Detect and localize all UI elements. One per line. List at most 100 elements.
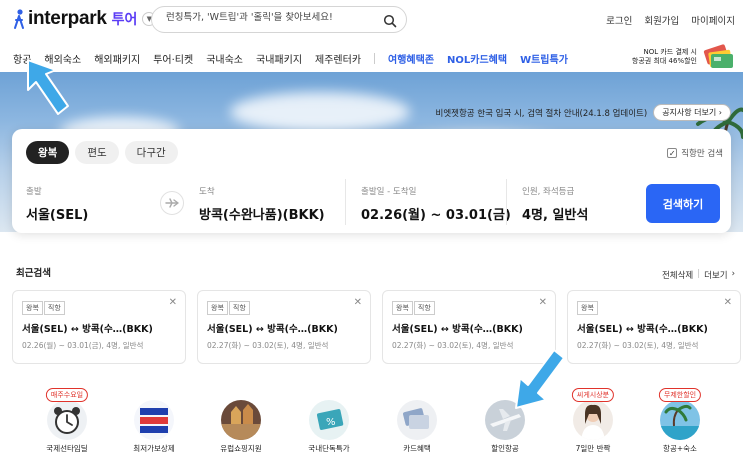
search-button[interactable]: 검색하기 — [646, 184, 720, 223]
trip-type-tag: 왕복 — [207, 301, 228, 315]
direct-only-toggle[interactable]: ✓ 직항만 검색 — [667, 147, 723, 159]
nav-item-nol-card[interactable]: NOL카드혜택 — [447, 51, 507, 66]
card-tags: 왕복 직항 — [207, 301, 251, 315]
category-label: 유럽쇼핑지원 — [220, 444, 262, 453]
passenger-field[interactable]: 인원, 좌석등급 4명, 일반석 — [522, 185, 588, 223]
credit-card-icon — [701, 44, 735, 70]
trip-type-tabs: 왕복 편도 다구간 — [26, 141, 178, 164]
nol-card-banner[interactable]: NOL 카드 결제 시 항공권 최대 46%할인 — [632, 44, 735, 70]
logo-text: interpark — [28, 8, 107, 29]
banner-line-2: 항공권 최대 46%할인 — [631, 57, 697, 65]
direct-tag: 직항 — [43, 301, 65, 315]
cloud-decoration — [230, 92, 410, 132]
signup-link[interactable]: 회원가입 — [644, 13, 679, 27]
recent-actions: 전체삭제 | 더보기 › — [662, 269, 735, 281]
alarm-clock-icon — [47, 400, 87, 440]
date-value: 02.26(월) ~ 03.01(금) — [361, 208, 511, 223]
recent-search-card[interactable]: ✕ 왕복 직항 서울(SEL) ↔ 방콕(수…(BKK) 02.26(월) ~ … — [12, 290, 186, 364]
close-icon[interactable]: ✕ — [724, 297, 732, 308]
field-divider — [345, 179, 346, 225]
interpark-tour-logo[interactable]: interpark 투어 ▼ — [12, 6, 157, 32]
tab-multi-city[interactable]: 다구간 — [124, 141, 178, 164]
category-label: 카드혜택 — [403, 444, 431, 453]
nav-item-w-trip[interactable]: W트립특가 — [520, 51, 568, 66]
search-icon[interactable] — [383, 13, 397, 28]
notice-more-button[interactable]: 공지사항 더보기 › — [653, 104, 731, 121]
nav-divider — [374, 52, 376, 64]
card-tags: 왕복 직항 — [22, 301, 66, 315]
card-benefit-icon — [397, 400, 437, 440]
annotation-arrow-icon — [515, 349, 565, 409]
header: interpark 투어 ▼ 로그인 회원가입 마이페이지 — [0, 0, 743, 40]
more-button[interactable]: 더보기 — [704, 269, 727, 281]
nav-item-overseas-packages[interactable]: 해외패키지 — [94, 51, 140, 66]
chevron-right-icon[interactable]: › — [732, 269, 735, 281]
passenger-value: 4명, 일반석 — [522, 208, 589, 223]
airplane-swap-icon[interactable] — [160, 191, 184, 215]
card-detail: 02.26(월) ~ 03.01(금), 4명, 일반석 — [22, 341, 144, 350]
svg-text:%: % — [326, 417, 336, 428]
recent-searches-title: 최근검색 — [16, 268, 51, 279]
domestic-deal-icon: % — [309, 400, 349, 440]
recent-search-card[interactable]: ✕ 왕복 직항 서울(SEL) ↔ 방콕(수…(BKK) 02.27(화) ~ … — [197, 290, 371, 364]
category-card-benefit[interactable]: 카드혜택 — [374, 388, 460, 456]
notice-text[interactable]: 비엣젯항공 한국 입국 시, 검역 절차 안내(24.1.8 업데이트) — [436, 107, 648, 119]
card-route: 서울(SEL) ↔ 방콕(수…(BKK) — [392, 324, 523, 335]
login-link[interactable]: 로그인 — [606, 13, 632, 27]
category-label: 7일만 반짝 — [575, 444, 611, 453]
nol-card-banner-text: NOL 카드 결제 시 항공권 최대 46%할인 — [632, 48, 697, 66]
logo-tour-label: 투어 — [111, 12, 138, 28]
departure-field[interactable]: 출발 서울(SEL) — [26, 185, 88, 223]
category-label: 국제선타임딜 — [46, 444, 88, 453]
category-label: 할인항공 — [491, 444, 519, 453]
trip-type-tag: 왕복 — [577, 301, 598, 315]
category-europe-shopping[interactable]: 유럽쇼핑지원 — [198, 388, 284, 456]
category-domestic-deal[interactable]: % 국내단독특가 — [286, 388, 372, 456]
tab-one-way[interactable]: 편도 — [75, 141, 119, 164]
direct-tag: 직항 — [413, 301, 435, 315]
lowest-price-icon — [134, 400, 174, 440]
close-icon[interactable]: ✕ — [169, 297, 177, 308]
category-badge: 씨게시상분 — [571, 388, 615, 402]
nav-item-domestic-hotels[interactable]: 국내숙소 — [206, 51, 243, 66]
category-international-timedeal[interactable]: 매주수요일 국제선타임딜 — [24, 388, 110, 456]
category-label: 항공+숙소 — [663, 444, 697, 453]
action-separator: | — [697, 269, 701, 279]
main-nav: 항공 해외숙소 해외패키지 투어·티켓 국내숙소 국내패키지 제주렌터카 여행혜… — [0, 44, 743, 72]
close-icon[interactable]: ✕ — [539, 297, 547, 308]
annotation-arrow-icon — [27, 59, 69, 115]
close-icon[interactable]: ✕ — [354, 297, 362, 308]
card-detail: 02.27(화) ~ 03.02(토), 4명, 일반석 — [577, 341, 699, 350]
category-lowest-price[interactable]: 최저가보상제 — [111, 388, 197, 456]
banner-line-1: NOL 카드 결제 시 — [643, 48, 697, 56]
nav-item-travel-benefits[interactable]: 여행혜택존 — [388, 51, 434, 66]
direct-only-checkbox[interactable]: ✓ — [667, 148, 678, 158]
europe-shopping-icon — [221, 400, 261, 440]
field-divider — [506, 179, 507, 225]
nav-item-tours-tickets[interactable]: 투어·티켓 — [153, 51, 193, 66]
card-tags: 왕복 — [577, 301, 599, 315]
nav-item-jeju-rentacar[interactable]: 제주렌터카 — [315, 51, 361, 66]
direct-only-label: 직항만 검색 — [681, 149, 723, 159]
arrival-field[interactable]: 도착 방콕(수완나품)(BKK) — [199, 185, 325, 223]
flight-search-panel: 왕복 편도 다구간 ✓ 직항만 검색 출발 서울(SEL) 도착 방콕(수완나품… — [12, 129, 731, 233]
category-label: 최저가보상제 — [133, 444, 175, 453]
air-hotel-icon — [660, 400, 700, 440]
departure-label: 출발 — [26, 187, 42, 197]
global-search-box[interactable] — [151, 6, 407, 33]
search-input[interactable] — [166, 12, 371, 23]
card-detail: 02.27(화) ~ 03.02(토), 4명, 일반석 — [392, 341, 514, 350]
recent-search-card[interactable]: ✕ 왕복 서울(SEL) ↔ 방콕(수…(BKK) 02.27(화) ~ 03.… — [567, 290, 741, 364]
logo-figure-icon — [12, 8, 26, 30]
category-air-hotel[interactable]: 무제한할인 항공+숙소 — [637, 388, 723, 456]
date-field[interactable]: 출발일 - 도착일 02.26(월) ~ 03.01(금) — [361, 185, 511, 223]
direct-tag: 직항 — [228, 301, 250, 315]
arrival-label: 도착 — [199, 187, 215, 197]
nav-item-domestic-packages[interactable]: 국내패키지 — [256, 51, 302, 66]
mypage-link[interactable]: 마이페이지 — [691, 13, 735, 27]
date-label: 출발일 - 도착일 — [361, 187, 417, 197]
card-detail: 02.27(화) ~ 03.02(토), 4명, 일반석 — [207, 341, 329, 350]
delete-all-button[interactable]: 전체삭제 — [662, 269, 693, 281]
tab-round-trip[interactable]: 왕복 — [26, 141, 70, 164]
card-route: 서울(SEL) ↔ 방콕(수…(BKK) — [577, 324, 708, 335]
